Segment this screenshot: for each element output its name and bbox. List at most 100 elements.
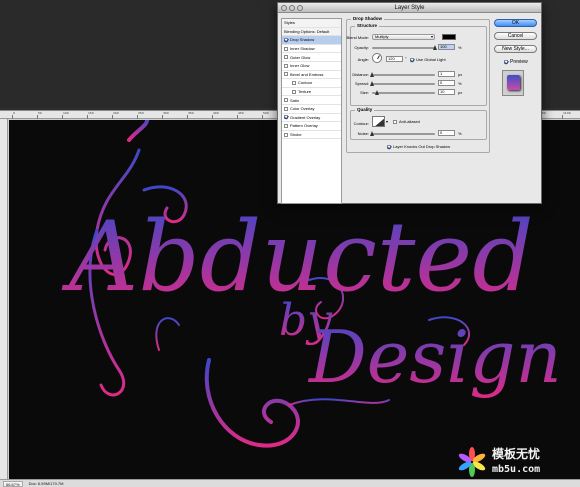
style-item-checkbox[interactable]: [284, 63, 288, 68]
spread-slider-thumb[interactable]: [370, 81, 374, 86]
minimize-window-icon[interactable]: [289, 5, 295, 11]
style-item-inner-glow[interactable]: Inner Glow: [282, 62, 341, 71]
distance-input[interactable]: 1: [438, 71, 455, 77]
distance-slider[interactable]: [370, 72, 435, 77]
style-item-bevel-and-emboss[interactable]: Bevel and Emboss: [282, 71, 341, 80]
size-slider-thumb[interactable]: [375, 90, 379, 95]
size-input[interactable]: 10: [438, 89, 455, 95]
ruler-tick: [37, 115, 38, 119]
opacity-input[interactable]: 100: [438, 44, 455, 50]
use-global-light-row[interactable]: Use Global Light: [410, 57, 446, 62]
style-item-checkbox[interactable]: [284, 123, 288, 128]
ruler-label: 350: [188, 111, 194, 115]
artwork-word-design: Design: [307, 315, 562, 399]
layer-knocks-out-checkbox[interactable]: [387, 144, 391, 149]
style-preview-thumbnail: [502, 70, 524, 96]
distance-label: Distance:: [352, 72, 369, 77]
drop-shadow-title: Drop Shadow: [351, 16, 384, 21]
zoom-window-icon[interactable]: [297, 5, 303, 11]
preview-checkbox[interactable]: [504, 60, 508, 64]
style-item-texture[interactable]: Texture: [282, 88, 341, 97]
distance-slider-thumb[interactable]: [370, 72, 374, 77]
style-item-satin[interactable]: Satin: [282, 96, 341, 105]
style-item-checkbox[interactable]: [292, 89, 296, 94]
quality-group: Quality Contour: ▾ Anti-aliased Noise: 0…: [350, 107, 487, 140]
style-item-checkbox[interactable]: [292, 80, 296, 85]
new-style-button[interactable]: New Style...: [494, 45, 537, 53]
ruler-label: 500: [263, 111, 269, 115]
style-item-outer-glow[interactable]: Outer Glow: [282, 53, 341, 62]
zoom-level-field[interactable]: 66.67%: [3, 480, 23, 487]
ruler-tick: [12, 115, 13, 119]
size-label: Size:: [360, 90, 369, 95]
style-item-label: Inner Glow: [290, 63, 310, 69]
document-size-info[interactable]: Doc: 6.59M/170.7M: [29, 481, 64, 486]
style-item-label: Color Overlay: [290, 106, 315, 112]
shadow-color-swatch[interactable]: [442, 34, 456, 40]
anti-aliased-row[interactable]: Anti-aliased: [393, 119, 420, 124]
ruler-label: 0: [13, 111, 15, 115]
ok-button[interactable]: OK: [494, 19, 537, 27]
style-item-blending-options-default[interactable]: Blending Options: Default: [282, 27, 341, 37]
style-item-drop-shadow[interactable]: Drop Shadow: [282, 36, 341, 45]
style-item-pattern-overlay[interactable]: Pattern Overlay: [282, 122, 341, 131]
preview-row[interactable]: Preview: [504, 59, 528, 65]
use-global-light-checkbox[interactable]: [410, 57, 414, 62]
size-unit: px: [458, 90, 463, 95]
noise-slider-thumb[interactable]: [370, 131, 374, 136]
structure-title: Structure: [355, 23, 380, 28]
noise-slider[interactable]: [370, 131, 435, 136]
style-item-checkbox[interactable]: [284, 98, 288, 103]
contour-preview[interactable]: [372, 116, 385, 127]
drop-shadow-group: Drop Shadow Structure Blend Mode: Multip…: [346, 16, 490, 153]
cancel-button[interactable]: Cancel: [494, 32, 537, 40]
status-bar: 66.67% Doc: 6.59M/170.7M: [0, 479, 580, 487]
style-item-gradient-overlay[interactable]: Gradient Overlay: [282, 114, 341, 123]
style-item-checkbox[interactable]: [284, 46, 288, 51]
style-item-checkbox[interactable]: [284, 37, 288, 42]
blend-mode-select[interactable]: Multiply: [372, 34, 435, 40]
style-item-checkbox[interactable]: [284, 55, 288, 60]
ruler-label: 450: [238, 111, 244, 115]
style-item-label: Stroke: [290, 132, 302, 138]
preview-label: Preview: [510, 59, 528, 65]
spread-label: Spread:: [354, 81, 369, 86]
watermark-title: 模板无忧: [492, 446, 540, 461]
opacity-label: Opacity:: [354, 45, 369, 50]
noise-unit: %: [458, 131, 462, 136]
layer-knocks-out-row[interactable]: Layer Knocks Out Drop Shadow: [387, 144, 450, 149]
size-slider[interactable]: [372, 90, 435, 95]
style-item-label: Blending Options: Default: [284, 28, 330, 34]
ruler-tick: [212, 115, 213, 119]
style-item-color-overlay[interactable]: Color Overlay: [282, 105, 341, 114]
style-item-contour[interactable]: Contour: [282, 79, 341, 88]
style-item-inner-shadow[interactable]: Inner Shadow: [282, 45, 341, 54]
vertical-ruler[interactable]: [0, 119, 8, 480]
style-item-label: Pattern Overlay: [290, 123, 318, 129]
spread-input[interactable]: 0: [438, 80, 455, 86]
angle-input[interactable]: 120: [386, 56, 403, 62]
opacity-slider[interactable]: [372, 45, 437, 50]
close-window-icon[interactable]: [281, 5, 287, 11]
anti-aliased-checkbox[interactable]: [393, 119, 397, 124]
ruler-label: 200: [113, 111, 119, 115]
contour-label: Contour:: [353, 121, 369, 126]
style-item-checkbox[interactable]: [284, 106, 288, 111]
style-item-checkbox[interactable]: [284, 115, 288, 120]
style-item-styles[interactable]: Styles: [282, 19, 341, 28]
contour-dropdown-icon[interactable]: ▾: [386, 119, 388, 124]
angle-dial[interactable]: [372, 53, 382, 63]
spread-slider[interactable]: [370, 81, 435, 86]
ruler-tick: [187, 115, 188, 119]
blend-mode-label: Blend Mode:: [346, 35, 369, 40]
style-preview-swatch: [507, 75, 520, 90]
opacity-slider-thumb[interactable]: [433, 45, 437, 50]
style-item-label: Gradient Overlay: [290, 114, 321, 120]
dialog-titlebar[interactable]: Layer Style: [278, 3, 541, 13]
style-item-checkbox[interactable]: [284, 132, 288, 137]
ruler-label: 50: [38, 111, 42, 115]
style-item-checkbox[interactable]: [284, 72, 288, 77]
distance-unit: px: [458, 72, 463, 77]
style-item-stroke[interactable]: Stroke: [282, 131, 341, 140]
noise-input[interactable]: 0: [438, 130, 455, 136]
